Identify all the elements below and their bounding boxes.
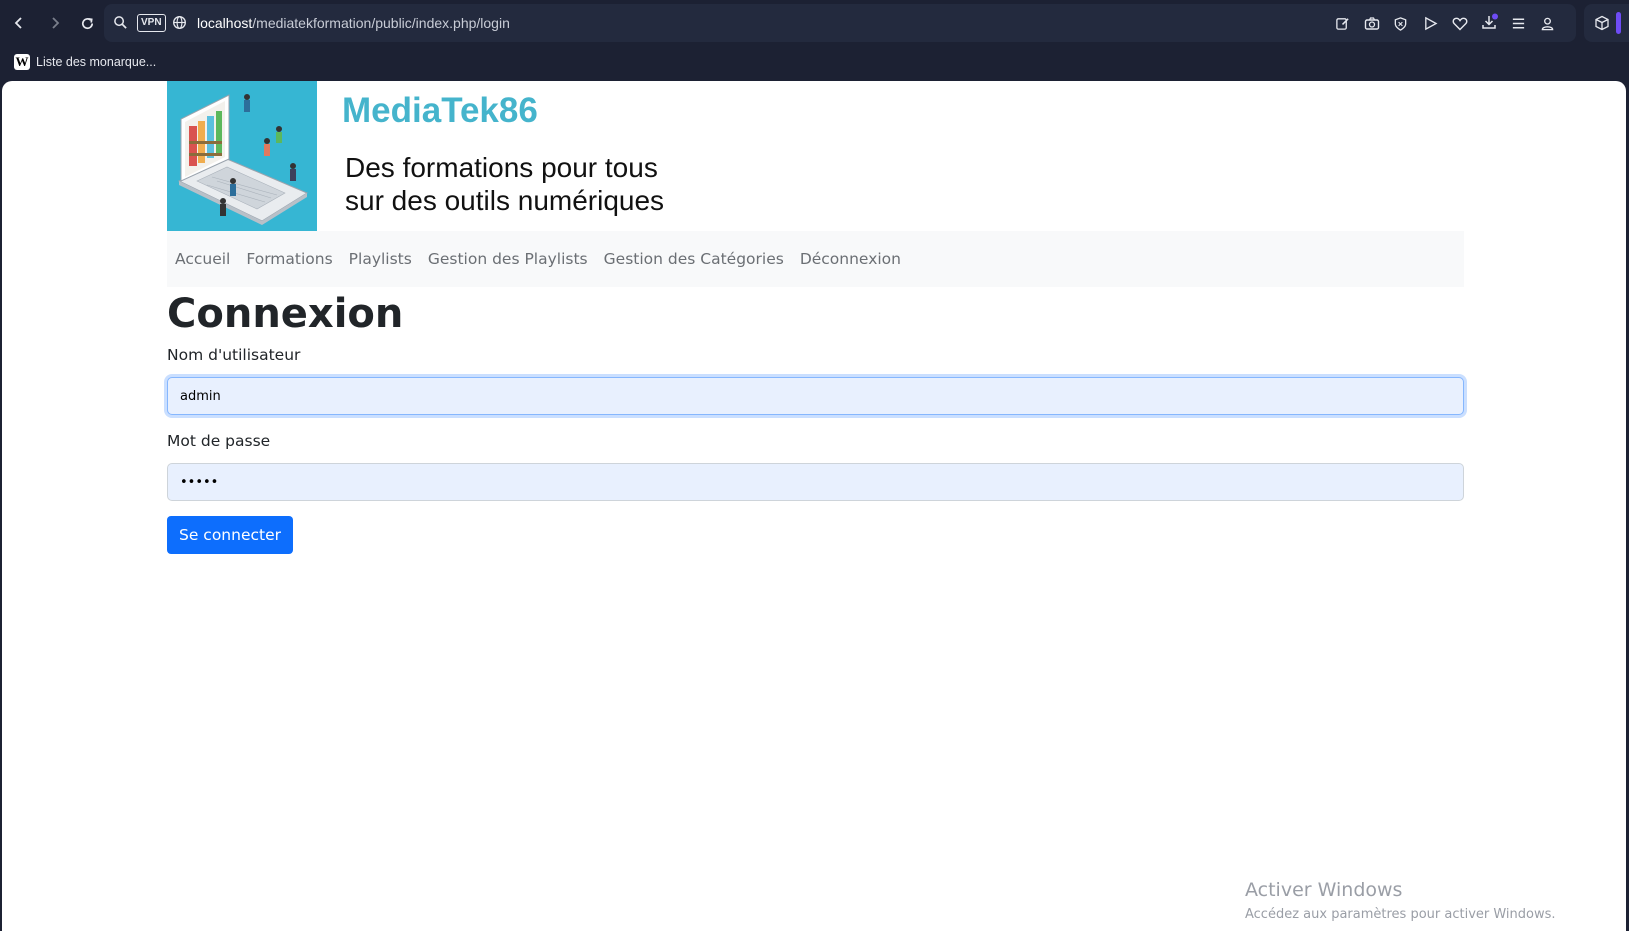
banner-image [167, 81, 317, 231]
url-path: /mediatekformation/public/index.php/logi… [252, 15, 510, 31]
nav-link-deconnexion[interactable]: Déconnexion [792, 250, 909, 268]
nav-link-formations[interactable]: Formations [238, 250, 340, 268]
nav-link-accueil[interactable]: Accueil [175, 250, 238, 268]
play-icon[interactable] [1423, 16, 1438, 31]
url-host: localhost [197, 15, 253, 31]
url-text[interactable]: localhost/mediatekformation/public/index… [197, 15, 510, 31]
chevron-left-icon [14, 17, 22, 29]
tagline-line-1: Des formations pour tous [345, 152, 658, 183]
shield-icon[interactable] [1393, 16, 1408, 32]
back-button[interactable] [8, 12, 30, 34]
username-label: Nom d'utilisateur [167, 346, 301, 364]
camera-icon[interactable] [1364, 16, 1380, 31]
profile-icon[interactable] [1540, 16, 1555, 31]
password-input[interactable] [167, 463, 1464, 501]
page-title: Connexion [167, 291, 404, 337]
main-navbar: Accueil Formations Playlists Gestion des… [167, 231, 1464, 287]
edit-page-icon[interactable] [1335, 16, 1350, 31]
watermark-title: Activer Windows [1245, 879, 1403, 901]
watermark-subtitle: Accédez aux paramètres pour activer Wind… [1245, 907, 1556, 922]
login-button[interactable]: Se connecter [167, 516, 293, 554]
tagline-line-2: sur des outils numériques [345, 185, 665, 216]
page-viewport: MediaTek86 Des formations pour tous sur … [2, 81, 1626, 931]
sidebar-accent [1616, 12, 1621, 34]
heart-icon[interactable] [1452, 16, 1468, 31]
laptop-illustration-icon [177, 94, 309, 225]
menu-lines-icon[interactable] [1511, 16, 1526, 31]
site-title: MediaTek86 [342, 91, 538, 130]
nav-link-gestion-playlists[interactable]: Gestion des Playlists [420, 250, 596, 268]
vpn-badge[interactable]: VPN [137, 14, 166, 32]
username-input[interactable] [167, 377, 1464, 415]
browser-toolbar: VPN localhost/mediatekformation/public/i… [0, 0, 1629, 46]
chevron-right-icon [52, 17, 60, 29]
search-icon [114, 16, 127, 29]
site-tagline: Des formations pour tous sur des outils … [345, 151, 664, 217]
extensions-area [1584, 4, 1629, 42]
bookmarks-bar: W Liste des monarque... [0, 46, 1629, 81]
bookmark-item[interactable]: W Liste des monarque... [14, 54, 156, 70]
password-label: Mot de passe [167, 432, 271, 450]
forward-button[interactable] [44, 12, 66, 34]
cube-icon[interactable] [1594, 15, 1610, 31]
download-icon[interactable] [1481, 13, 1499, 31]
wikipedia-icon: W [14, 54, 30, 70]
bookmark-label: Liste des monarque... [36, 55, 157, 69]
reload-button[interactable] [76, 12, 98, 34]
nav-link-gestion-categories[interactable]: Gestion des Catégories [596, 250, 792, 268]
address-bar[interactable]: VPN localhost/mediatekformation/public/i… [104, 4, 1576, 42]
globe-icon [173, 16, 186, 29]
windows-activation-watermark: Activer Windows Accédez aux paramètres p… [1245, 879, 1556, 922]
reload-icon [81, 17, 93, 29]
nav-link-playlists[interactable]: Playlists [341, 250, 420, 268]
